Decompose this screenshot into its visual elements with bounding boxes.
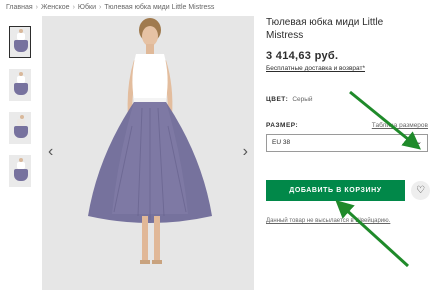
product-price: 3 414,63 руб. — [266, 50, 339, 62]
product-photo — [88, 18, 212, 264]
color-value: Серый — [292, 96, 313, 103]
breadcrumb-home[interactable]: Главная — [6, 4, 33, 11]
next-image-button[interactable]: › — [243, 144, 248, 160]
product-title: Тюлевая юбка миди Little Mistress — [266, 17, 384, 41]
size-select[interactable]: EU 38 ⌄ — [266, 134, 428, 152]
breadcrumb-skirts[interactable]: Юбки — [78, 4, 96, 11]
shipping-notice-link[interactable]: Данный товар не высылается в Швейцарию. — [266, 218, 390, 224]
size-row: РАЗМЕР: Таблица размеров — [266, 122, 428, 129]
heart-icon: ♡ — [416, 185, 425, 196]
add-to-cart-button[interactable]: ДОБАВИТЬ В КОРЗИНУ — [266, 180, 405, 201]
breadcrumb-women[interactable]: Женское — [41, 4, 70, 11]
breadcrumb: Главная › Женское › Юбки › Тюлевая юбка миди L… — [6, 4, 214, 11]
save-for-later-button[interactable]: ♡ — [411, 181, 430, 200]
previous-image-button[interactable]: ‹ — [48, 144, 53, 160]
color-label: ЦВЕТ: — [266, 96, 289, 103]
size-chart-link[interactable]: Таблица размеров — [372, 122, 428, 129]
chevron-down-icon: ⌄ — [416, 139, 422, 146]
annotation-arrow-cart — [335, 199, 410, 268]
thumbnail-list — [6, 26, 34, 198]
breadcrumb-separator: › — [35, 4, 38, 11]
color-row: ЦВЕТ: Серый — [266, 96, 313, 103]
thumbnail-4[interactable] — [9, 155, 31, 187]
free-delivery-link[interactable]: Бесплатные доставка и возврат* — [266, 65, 432, 72]
breadcrumb-separator: › — [98, 4, 102, 11]
size-select-value: EU 38 — [272, 139, 291, 146]
product-main-image: ‹ › — [42, 16, 254, 290]
breadcrumb-current: Тюлевая юбка миди Little Mistress — [104, 4, 215, 11]
product-details-panel: Тюлевая юбка миди Little Mistress 3 414,… — [266, 16, 432, 224]
thumbnail-3[interactable] — [9, 112, 31, 144]
thumbnail-1[interactable] — [9, 26, 31, 58]
thumbnail-2[interactable] — [9, 69, 31, 101]
size-label: РАЗМЕР: — [266, 122, 299, 129]
breadcrumb-separator: › — [72, 4, 75, 11]
